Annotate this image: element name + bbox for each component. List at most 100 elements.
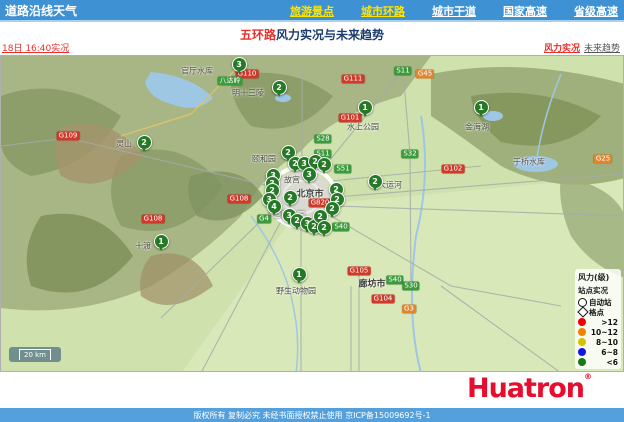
wind-pin-layer: 32211121223223332342222323222 <box>1 56 624 372</box>
weather-map[interactable]: G110八达岭G111S11G45G109G101S28S11S51S32G10… <box>0 55 624 372</box>
pin-wind-value: 1 <box>362 102 368 113</box>
legend-wind-levels: >1210~128~106~8<6 <box>578 317 618 367</box>
map-place-label: 故宫 <box>284 175 300 186</box>
wind-station-pin[interactable]: 4 <box>267 199 282 214</box>
road-badge: S32 <box>401 150 418 159</box>
road-badge: S28 <box>314 135 331 144</box>
map-place-label: 明十三陵 <box>232 88 264 99</box>
road-badge: S40 <box>386 276 403 285</box>
pin-wind-value: 2 <box>287 192 293 203</box>
road-badge: S40 <box>332 223 349 232</box>
wind-station-pin[interactable]: 2 <box>272 80 287 95</box>
road-badge: G105 <box>348 267 371 276</box>
registered-mark: ® <box>584 372 592 381</box>
app-title: 道路沿线天气 <box>5 2 77 19</box>
road-badge: G25 <box>594 155 612 164</box>
grid-point-diamond-icon <box>577 306 588 317</box>
view-links: 风力实况未来趋势 <box>544 41 620 54</box>
pin-wind-value: 2 <box>372 176 378 187</box>
wind-station-pin[interactable]: 1 <box>154 234 169 249</box>
legend-color-dot <box>578 338 586 346</box>
future-trend-link[interactable]: 未来趋势 <box>584 44 620 54</box>
footer-bar: 版权所有 复制必究 未经书面授权禁止使用 京ICP备15009692号-1 <box>0 408 624 422</box>
road-badge: G109 <box>57 132 80 141</box>
map-place-label: 于桥水库 <box>513 157 545 168</box>
pin-wind-value: 2 <box>276 82 282 93</box>
map-place-label: 官厅水库 <box>181 66 213 77</box>
logo-text: Huatron <box>467 373 584 404</box>
wind-station-pin[interactable]: 3 <box>232 57 247 72</box>
road-badge: G102 <box>442 165 465 174</box>
legend-level-label: 8~10 <box>588 338 618 347</box>
legend-level-row: 10~12 <box>578 327 618 337</box>
pin-wind-value: 2 <box>294 215 300 226</box>
map-place-label: 十渡 <box>135 241 151 252</box>
legend-section-title: 站点实况 <box>578 285 618 296</box>
road-badge: 八达岭 <box>218 77 243 86</box>
wind-station-pin[interactable]: 2 <box>368 174 383 189</box>
pin-wind-value: 2 <box>321 159 327 170</box>
wind-station-pin[interactable]: 1 <box>358 100 373 115</box>
legend-color-dot <box>578 358 586 366</box>
wind-station-pin[interactable]: 1 <box>292 267 307 282</box>
huatron-logo: Huatron® <box>467 372 592 404</box>
legend-color-dot <box>578 348 586 356</box>
road-badge: G45 <box>416 70 434 79</box>
pin-wind-value: 2 <box>141 137 147 148</box>
top-header-bar: 道路沿线天气 旅游景点 城市环路 城市干道 国家高速 省级高速 <box>0 0 624 22</box>
wind-station-pin[interactable]: 2 <box>317 220 332 235</box>
pin-wind-value: 3 <box>306 169 312 180</box>
scale-label: 20 km <box>19 349 51 360</box>
page-title: 五环路风力实况与未来趋势 <box>0 26 624 43</box>
wind-legend: 风力(级) 站点实况 自动站格点 >1210~128~106~8<6 <box>575 269 621 369</box>
nav-item-2[interactable]: 城市环路 <box>361 3 405 19</box>
road-badge: S30 <box>402 282 419 291</box>
pin-wind-value: 3 <box>236 59 242 70</box>
page-title-road: 五环路 <box>240 28 276 42</box>
wind-station-pin[interactable]: 2 <box>137 135 152 150</box>
pin-wind-value: 2 <box>329 203 335 214</box>
legend-color-dot <box>578 328 586 336</box>
map-place-label: 金海湖 <box>465 122 489 133</box>
map-scale-bar: 20 km <box>9 347 61 362</box>
road-badge: G111 <box>342 75 365 84</box>
map-place-label: 颐和园 <box>252 154 276 165</box>
legend-level-label: <6 <box>588 358 618 367</box>
realtime-wind-link[interactable]: 风力实况 <box>544 44 580 54</box>
nav-item-1[interactable]: 旅游景点 <box>290 3 334 19</box>
pin-wind-value: 1 <box>478 102 484 113</box>
legend-level-row: 6~8 <box>578 347 618 357</box>
legend-level-row: <6 <box>578 357 618 367</box>
map-place-label: 灵山 <box>116 139 132 150</box>
observation-time-label: 18日 16:40实况 <box>2 41 69 54</box>
wind-station-pin[interactable]: 2 <box>283 190 298 205</box>
pin-wind-value: 4 <box>271 201 277 212</box>
nav-item-3[interactable]: 城市干道 <box>432 3 476 19</box>
road-badge: S51 <box>334 165 351 174</box>
legend-title: 风力(级) <box>578 272 618 283</box>
copyright-text: 版权所有 复制必究 未经书面授权禁止使用 京ICP备15009692号-1 <box>193 410 430 421</box>
map-place-label: 水上公园 <box>347 122 379 133</box>
subheader: 五环路风力实况与未来趋势 18日 16:40实况 风力实况未来趋势 <box>0 24 624 55</box>
logo-row: Huatron® <box>0 372 624 408</box>
legend-color-dot <box>578 318 586 326</box>
pin-wind-value: 2 <box>321 222 327 233</box>
nav-item-4[interactable]: 国家高速 <box>503 3 547 19</box>
legend-station-type: 自动站 <box>578 297 618 307</box>
map-place-label: 北京市 <box>296 187 323 200</box>
legend-level-label: 10~12 <box>588 328 618 337</box>
pin-wind-value: 2 <box>285 147 291 158</box>
legend-level-label: >12 <box>588 318 618 327</box>
legend-station-label: 格点 <box>588 307 618 318</box>
road-badge: G108 <box>228 195 251 204</box>
legend-level-label: 6~8 <box>588 348 618 357</box>
road-badge: G3 <box>402 305 416 314</box>
map-place-label: 廊坊市 <box>358 277 385 290</box>
nav-item-5[interactable]: 省级高速 <box>574 3 618 19</box>
wind-station-pin[interactable]: 3 <box>302 167 317 182</box>
legend-station-types: 自动站格点 <box>578 297 618 317</box>
map-place-label: 野生动物园 <box>276 286 316 297</box>
legend-level-row: 8~10 <box>578 337 618 347</box>
wind-station-pin[interactable]: 1 <box>474 100 489 115</box>
wind-station-pin[interactable]: 2 <box>317 157 332 172</box>
